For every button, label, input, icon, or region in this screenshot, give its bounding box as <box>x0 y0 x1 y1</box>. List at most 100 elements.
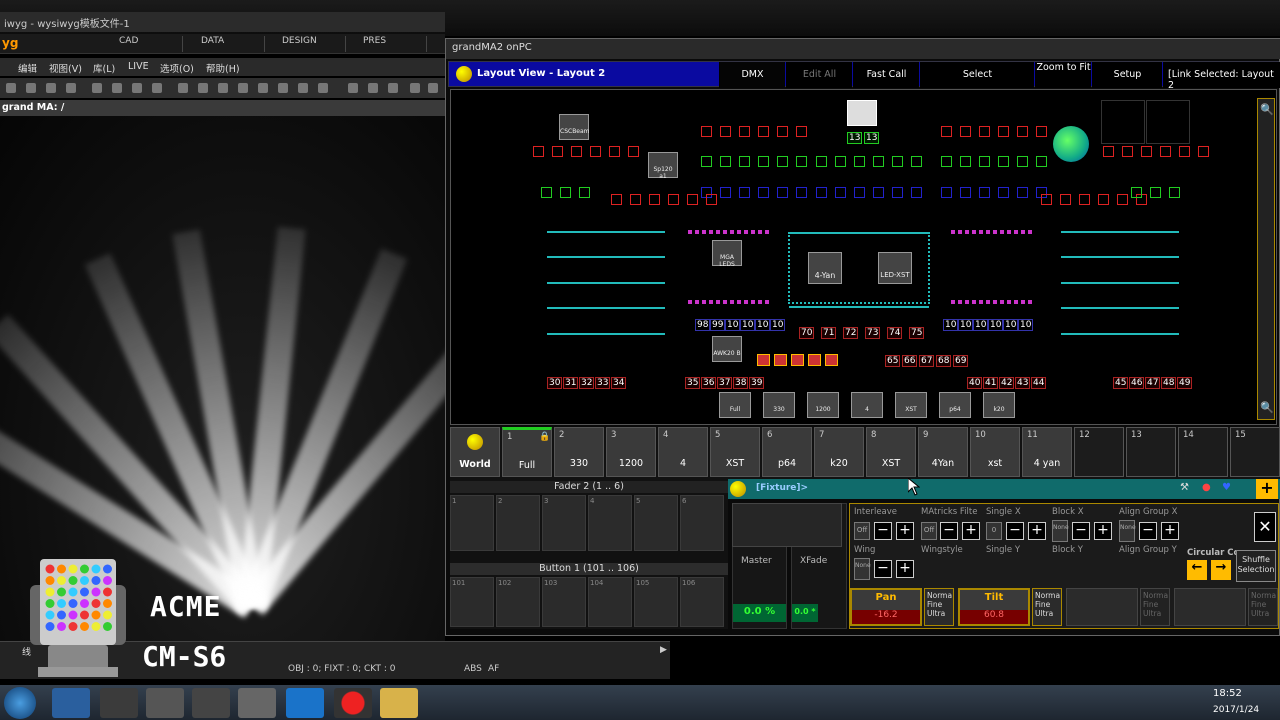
layout-fixture-cell[interactable] <box>687 194 698 205</box>
layout-fixture-cell[interactable] <box>835 156 846 167</box>
menu-live[interactable]: LIVE <box>128 61 149 72</box>
fixture-number[interactable]: 99 <box>710 319 726 331</box>
fader-executor[interactable]: 6 <box>680 495 724 551</box>
layout-fixture-cell[interactable] <box>777 126 788 137</box>
empty-encoder[interactable] <box>1066 588 1138 626</box>
layout-group-fixture[interactable]: XST <box>895 392 927 418</box>
layout-fixture-cell[interactable] <box>758 156 769 167</box>
layout-canvas[interactable]: CSCBeam Sp120 a1 13 13 MGA LEDS AWK20 B … <box>450 89 1277 425</box>
layout-fixture-cell[interactable] <box>579 187 590 198</box>
mode-cad[interactable]: CAD <box>113 36 183 52</box>
empty-resolution[interactable]: Norma Fine Ultra <box>1248 588 1278 626</box>
layout-fixture-cell[interactable] <box>1041 194 1052 205</box>
fixture-number[interactable]: 10 <box>943 319 959 331</box>
zoom-to-fit-button[interactable]: Zoom to Fit <box>1035 62 1091 88</box>
taskbar-record-icon[interactable] <box>334 688 372 718</box>
layout-fixture-cell[interactable] <box>796 187 807 198</box>
layout-fixture[interactable]: CSCBeam <box>559 114 590 140</box>
fixture-number[interactable]: 71 <box>821 327 837 339</box>
button-executor[interactable]: 101 <box>450 577 494 627</box>
tool-icon[interactable] <box>26 83 36 93</box>
tool-icon[interactable] <box>278 83 288 93</box>
layout-fixture-cell[interactable] <box>720 126 731 137</box>
world-button[interactable]: World <box>450 427 500 477</box>
fixture-number[interactable]: 47 <box>1145 377 1161 389</box>
fixture-number[interactable]: 67 <box>919 355 935 367</box>
tool-icon[interactable] <box>410 83 420 93</box>
layout-fixture-cell[interactable] <box>796 126 807 137</box>
fixture-number[interactable]: 33 <box>595 377 611 389</box>
fixture-number[interactable]: 10 <box>1018 319 1034 331</box>
tool-icon[interactable] <box>318 83 328 93</box>
fixture-number[interactable]: 70 <box>799 327 815 339</box>
fixture-number[interactable]: 10 <box>740 319 756 331</box>
matricks-minus[interactable]: − <box>940 522 958 540</box>
button-executor[interactable]: 104 <box>588 577 632 627</box>
fixture-number[interactable]: 46 <box>1129 377 1145 389</box>
fixture-number[interactable]: 49 <box>1177 377 1193 389</box>
layout-fixture-cell[interactable] <box>758 187 769 198</box>
layout-fixture-cell[interactable] <box>758 126 769 137</box>
fixture-number[interactable]: 44 <box>1031 377 1047 389</box>
layout-fixture-cell[interactable] <box>541 187 552 198</box>
fixture-number[interactable]: 48 <box>1161 377 1177 389</box>
layout-fixture-cell[interactable] <box>774 354 787 366</box>
fixture-number[interactable]: 98 <box>695 319 711 331</box>
tool-icon[interactable] <box>348 83 358 93</box>
group-preset-11[interactable]: 11 4 yan <box>1022 427 1072 477</box>
menu-library[interactable]: 库(L) <box>93 61 115 75</box>
arrow-right-icon[interactable]: → <box>1211 560 1231 580</box>
matricks-plus[interactable]: + <box>962 522 980 540</box>
fast-call-button[interactable]: Fast Call <box>853 62 919 88</box>
block-x-value[interactable]: None <box>1052 520 1069 542</box>
fixture-number[interactable]: 10 <box>770 319 786 331</box>
layout-fixture-cell[interactable] <box>720 156 731 167</box>
setup-button[interactable]: Setup <box>1092 62 1162 88</box>
layout-fixture-cell[interactable] <box>998 156 1009 167</box>
group-preset-12[interactable]: 12 <box>1074 427 1124 477</box>
block-x-plus[interactable]: + <box>1094 522 1112 540</box>
edit-all-button[interactable]: Edit All <box>786 62 852 88</box>
tool-icon[interactable] <box>428 83 438 93</box>
fixture-number[interactable]: 40 <box>967 377 983 389</box>
zoom-sidebar[interactable]: 🔍 🔍 <box>1257 98 1275 420</box>
tools-icon[interactable]: ⚒ <box>1180 482 1189 493</box>
layout-fixture-cell[interactable] <box>1036 156 1047 167</box>
layout-fixture-cell[interactable] <box>1117 194 1128 205</box>
layout-fixture-cell[interactable] <box>873 187 884 198</box>
layout-group-fixture[interactable]: p64 <box>939 392 971 418</box>
fixture-number[interactable]: 39 <box>749 377 765 389</box>
layout-fixture-cell[interactable] <box>960 126 971 137</box>
view-ball-icon[interactable] <box>456 66 472 82</box>
button-executor[interactable]: 102 <box>496 577 540 627</box>
menu-edit[interactable]: 编辑 <box>18 61 37 75</box>
layout-fixture-cell[interactable] <box>1060 194 1071 205</box>
group-preset-10[interactable]: 10 xst <box>970 427 1020 477</box>
group-preset-14[interactable]: 14 <box>1178 427 1228 477</box>
fixture-number[interactable]: 73 <box>865 327 881 339</box>
menu-help[interactable]: 帮助(H) <box>206 61 240 75</box>
layout-fixture-cell[interactable] <box>739 126 750 137</box>
layout-fixture-cell[interactable] <box>628 146 639 157</box>
layout-fixture-cell[interactable] <box>854 187 865 198</box>
group-preset-3[interactable]: 3 1200 <box>606 427 656 477</box>
layout-fixture-cell[interactable] <box>1017 187 1028 198</box>
fixture-number[interactable]: 72 <box>843 327 859 339</box>
layout-fixture-cell[interactable] <box>960 156 971 167</box>
layout-fixture-cell[interactable] <box>873 156 884 167</box>
layout-fixture-cell[interactable] <box>911 187 922 198</box>
empty-encoder[interactable] <box>1174 588 1246 626</box>
group-preset-2[interactable]: 2 330 <box>554 427 604 477</box>
layout-fixture-cell[interactable] <box>777 156 788 167</box>
taskbar-folder-icon[interactable] <box>380 688 418 718</box>
layout-fixture-cell[interactable] <box>701 156 712 167</box>
layout-fixture-cell[interactable] <box>808 354 821 366</box>
button-executor[interactable]: 106 <box>680 577 724 627</box>
shuffle-selection-button[interactable]: Shuffle Selection <box>1236 550 1276 582</box>
empty-fixture-slot[interactable] <box>1101 100 1145 144</box>
layout-fixture-cell[interactable] <box>816 156 827 167</box>
layout-fixture-cell[interactable] <box>1141 146 1152 157</box>
fixture-number[interactable]: 75 <box>909 327 925 339</box>
layout-fixture-cell[interactable] <box>941 187 952 198</box>
fixture-number[interactable]: 69 <box>953 355 969 367</box>
